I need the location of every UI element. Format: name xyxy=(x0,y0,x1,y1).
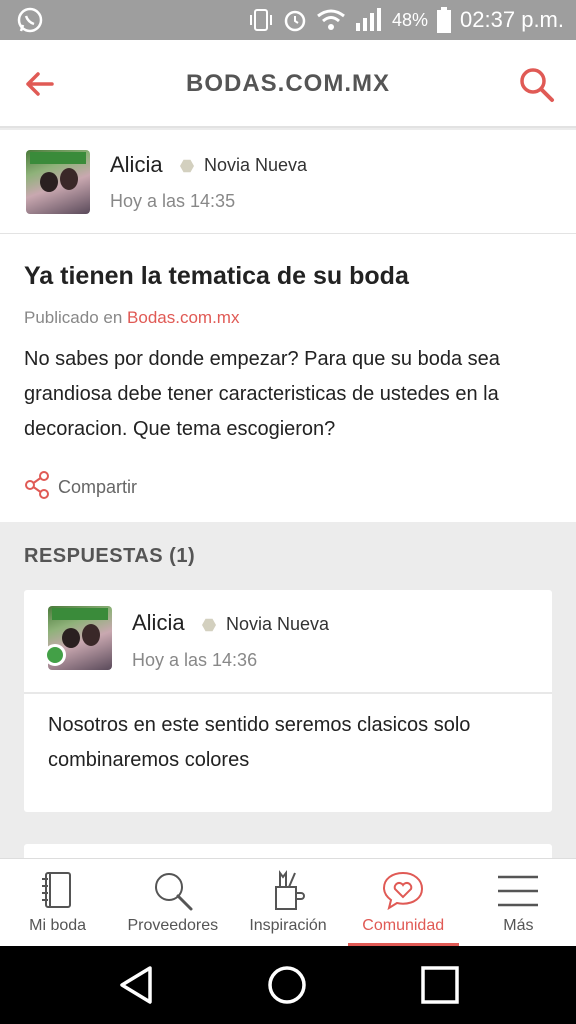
response-author-name[interactable]: Alicia xyxy=(132,610,185,636)
published-in: Publicado en Bodas.com.mx xyxy=(24,308,239,328)
app-bar: BODAS.COM.MX xyxy=(0,40,576,128)
post-title: Ya tienen la tematica de su boda xyxy=(24,262,409,290)
system-nav-bar xyxy=(0,946,576,1024)
battery-icon xyxy=(436,6,452,34)
bottom-nav: Mi boda Proveedores Inspiración Comunida… xyxy=(0,858,576,946)
app-title: BODAS.COM.MX xyxy=(186,70,390,97)
online-status-dot xyxy=(44,644,66,666)
status-bar: 48% 02:37 p.m. xyxy=(0,0,576,40)
menu-icon xyxy=(496,869,540,913)
recents-square-icon[interactable] xyxy=(420,964,460,1006)
responses-heading: RESPUESTAS (1) xyxy=(24,545,196,567)
badge-hexagon-icon xyxy=(180,159,194,173)
response-time: Hoy a las 14:36 xyxy=(132,650,258,670)
avatar[interactable] xyxy=(26,150,90,214)
badge-hexagon-icon xyxy=(202,618,216,632)
response-text: Nosotros en este sentido seremos clasico… xyxy=(48,714,471,771)
battery-percent: 48% xyxy=(392,9,429,30)
post-body: No sabes por donde empezar? Para que su … xyxy=(24,348,500,440)
heart-chat-icon xyxy=(381,869,425,913)
clock: 02:37 p.m. xyxy=(460,7,564,32)
nav-inspiracion[interactable]: Inspiración xyxy=(230,859,345,946)
back-triangle-icon[interactable] xyxy=(116,964,156,1006)
search-icon[interactable] xyxy=(518,66,556,104)
nav-comunidad[interactable]: Comunidad xyxy=(346,859,461,946)
share-label: Compartir xyxy=(58,477,138,497)
response-card: Alicia Novia Nueva Hoy a las 14:36 Nosot… xyxy=(24,590,552,812)
post-time: Hoy a las 14:35 xyxy=(110,191,236,211)
nav-label: Comunidad xyxy=(362,917,445,934)
vibrate-icon xyxy=(248,7,274,33)
whatsapp-icon xyxy=(16,6,44,39)
nav-mas[interactable]: Más xyxy=(461,859,576,946)
share-icon xyxy=(24,470,50,505)
post-author[interactable]: Alicia Novia Nueva Hoy a las 14:35 xyxy=(0,130,576,234)
search-icon xyxy=(151,869,195,913)
nav-label: Inspiración xyxy=(249,917,327,934)
nav-mi-boda[interactable]: Mi boda xyxy=(0,859,115,946)
nav-label: Más xyxy=(503,917,534,934)
home-circle-icon[interactable] xyxy=(266,964,308,1006)
response-author-badge: Novia Nueva xyxy=(226,614,330,634)
pencil-cup-icon xyxy=(266,869,310,913)
post-content: Ya tienen la tematica de su boda Publica… xyxy=(0,234,576,522)
wifi-icon xyxy=(316,8,346,32)
divider xyxy=(24,692,552,694)
author-name[interactable]: Alicia xyxy=(110,152,163,178)
signal-icon xyxy=(354,7,384,33)
nav-label: Proveedores xyxy=(127,917,219,934)
notebook-icon xyxy=(36,869,80,913)
alarm-icon xyxy=(282,7,308,33)
nav-proveedores[interactable]: Proveedores xyxy=(115,859,230,946)
author-badge: Novia Nueva xyxy=(204,155,308,175)
published-site-link[interactable]: Bodas.com.mx xyxy=(127,308,239,327)
share-button[interactable]: Compartir xyxy=(24,470,137,505)
nav-label: Mi boda xyxy=(29,917,87,934)
published-prefix: Publicado en xyxy=(24,308,123,327)
